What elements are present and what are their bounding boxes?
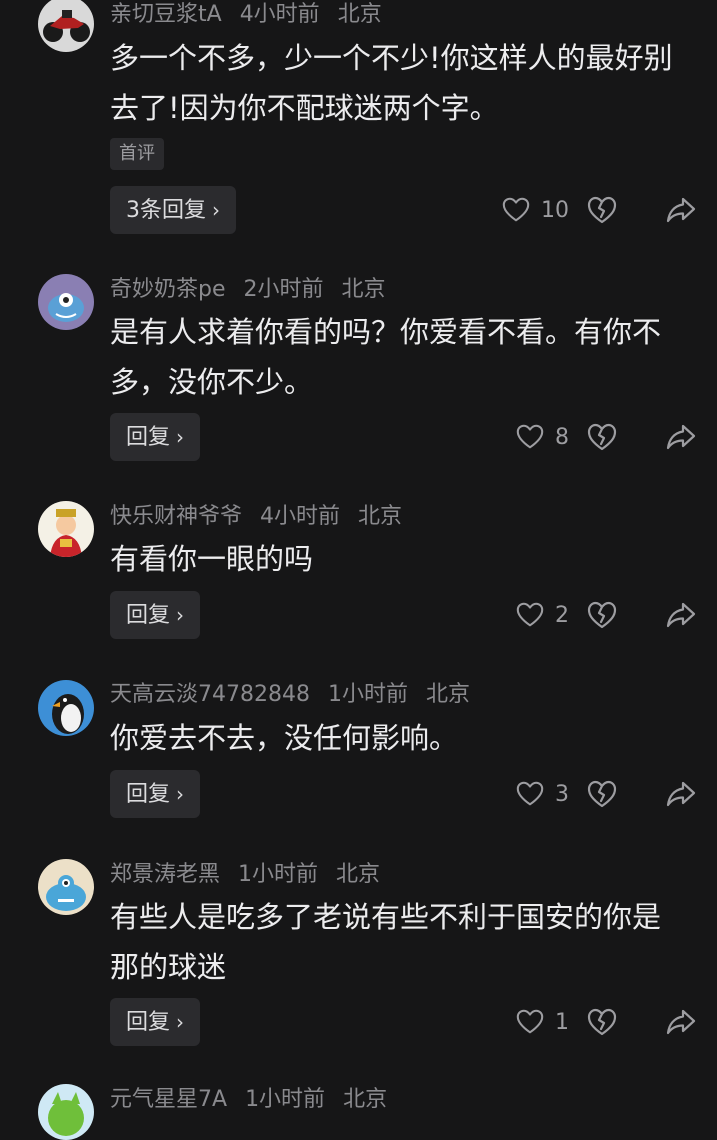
share-button[interactable] bbox=[665, 599, 697, 631]
broken-heart-icon bbox=[587, 196, 617, 224]
avatar[interactable] bbox=[38, 274, 94, 330]
reply-label: 回复 bbox=[126, 1010, 171, 1035]
share-arrow-icon bbox=[666, 602, 696, 628]
blue-monster-avatar-icon bbox=[38, 859, 94, 915]
like-button[interactable]: 10 bbox=[501, 192, 569, 228]
share-button[interactable] bbox=[665, 194, 697, 226]
heart-icon bbox=[516, 602, 544, 627]
comment-actions: 3 bbox=[447, 770, 717, 818]
reply-button[interactable]: 回复 › bbox=[110, 591, 201, 639]
first-comment-badge: 首评 bbox=[110, 138, 164, 170]
comment-text: 是有人求着你看的吗？你爱看不看。有你不多，没你不少。 bbox=[110, 315, 662, 399]
comment-meta: 快乐财神爷爷 4小时前 北京 bbox=[110, 503, 420, 531]
share-arrow-icon bbox=[666, 424, 696, 450]
avatar[interactable] bbox=[38, 1084, 94, 1140]
location: 北京 bbox=[425, 682, 470, 707]
username[interactable]: 天高云淡74782848 bbox=[110, 682, 310, 707]
share-button[interactable] bbox=[665, 421, 697, 453]
broken-heart-icon bbox=[587, 780, 617, 808]
location: 北京 bbox=[336, 862, 381, 887]
location: 北京 bbox=[343, 1087, 388, 1112]
username[interactable]: 奇妙奶茶pe bbox=[110, 277, 226, 302]
comment-actions: 1 bbox=[447, 998, 717, 1046]
share-arrow-icon bbox=[666, 781, 696, 807]
comment-actions: 8 bbox=[447, 413, 717, 461]
username[interactable]: 亲切豆浆tA bbox=[110, 2, 222, 27]
timestamp: 1小时前 bbox=[327, 682, 408, 707]
like-button[interactable]: 2 bbox=[515, 597, 569, 633]
green-creature-avatar-icon bbox=[38, 1084, 94, 1140]
chevron-right-icon: › bbox=[176, 782, 185, 806]
location: 北京 bbox=[337, 2, 382, 27]
comment-text: 你爱去不去，没任何影响。 bbox=[110, 721, 459, 755]
username[interactable]: 郑景涛老黑 bbox=[110, 862, 220, 887]
like-count: 2 bbox=[555, 602, 569, 628]
like-button[interactable]: 3 bbox=[515, 776, 569, 812]
avatar[interactable] bbox=[38, 680, 94, 736]
heart-icon bbox=[502, 197, 530, 222]
like-count: 1 bbox=[555, 1009, 569, 1035]
share-button[interactable] bbox=[665, 778, 697, 810]
reply-button[interactable]: 回复 › bbox=[110, 413, 201, 461]
comment-meta: 郑景涛老黑 1小时前 北京 bbox=[110, 861, 398, 889]
penguin-avatar-icon bbox=[38, 680, 94, 736]
chevron-right-icon: › bbox=[212, 198, 220, 222]
reply-label: 回复 bbox=[126, 782, 171, 807]
avatar[interactable] bbox=[38, 501, 94, 557]
timestamp: 4小时前 bbox=[260, 504, 341, 529]
like-count: 8 bbox=[555, 424, 569, 450]
like-count: 3 bbox=[555, 781, 569, 807]
timestamp: 1小时前 bbox=[238, 862, 319, 887]
comment-meta: 亲切豆浆tA 4小时前 北京 bbox=[110, 1, 400, 29]
comment-text: 多一个不多，少一个不少!你这样人的最好别去了!因为你不配球迷两个字。 bbox=[110, 41, 673, 125]
like-count: 10 bbox=[541, 197, 569, 223]
share-button[interactable] bbox=[665, 1006, 697, 1038]
timestamp: 2小时前 bbox=[243, 277, 324, 302]
reply-label: 回复 bbox=[126, 425, 171, 450]
avatar[interactable] bbox=[38, 859, 94, 915]
location: 北京 bbox=[358, 504, 403, 529]
reply-label: 回复 bbox=[126, 603, 171, 628]
comment-text: 有看你一眼的吗 bbox=[110, 542, 314, 576]
broken-heart-icon bbox=[587, 423, 617, 451]
reply-button[interactable]: 回复 › bbox=[110, 770, 201, 818]
comment-meta: 奇妙奶茶pe 2小时前 北京 bbox=[110, 276, 404, 304]
chevron-right-icon: › bbox=[176, 603, 185, 627]
dislike-button[interactable] bbox=[586, 194, 618, 226]
motorcycle-avatar-icon bbox=[38, 0, 94, 52]
like-button[interactable]: 1 bbox=[515, 1004, 569, 1040]
share-arrow-icon bbox=[666, 1009, 696, 1035]
reply-button[interactable]: 回复 › bbox=[110, 998, 201, 1046]
reply-label: 3条回复 bbox=[126, 198, 206, 223]
like-button[interactable]: 8 bbox=[515, 419, 569, 455]
comment-actions: 10 bbox=[447, 186, 717, 234]
comment-meta: 天高云淡74782848 1小时前 北京 bbox=[110, 681, 488, 709]
dislike-button[interactable] bbox=[586, 1006, 618, 1038]
username[interactable]: 快乐财神爷爷 bbox=[110, 504, 242, 529]
broken-heart-icon bbox=[587, 1008, 617, 1036]
heart-icon bbox=[516, 781, 544, 806]
cartoon-monster-avatar-icon bbox=[38, 274, 94, 330]
timestamp: 1小时前 bbox=[245, 1087, 326, 1112]
location: 北京 bbox=[341, 277, 386, 302]
comment-actions: 2 bbox=[447, 591, 717, 639]
dislike-button[interactable] bbox=[586, 421, 618, 453]
username[interactable]: 元气星星7A bbox=[110, 1087, 227, 1112]
comment-text: 有些人是吃多了老说有些不利于国安的你是那的球迷 bbox=[110, 900, 662, 984]
god-of-wealth-avatar-icon bbox=[38, 501, 94, 557]
dislike-button[interactable] bbox=[586, 599, 618, 631]
heart-icon bbox=[516, 1009, 544, 1034]
dislike-button[interactable] bbox=[586, 778, 618, 810]
chevron-right-icon: › bbox=[176, 1010, 185, 1034]
share-arrow-icon bbox=[666, 197, 696, 223]
view-replies-button[interactable]: 3条回复 › bbox=[110, 186, 236, 234]
avatar[interactable] bbox=[38, 0, 94, 52]
chevron-right-icon: › bbox=[176, 425, 185, 449]
broken-heart-icon bbox=[587, 601, 617, 629]
heart-icon bbox=[516, 424, 544, 449]
timestamp: 4小时前 bbox=[239, 2, 320, 27]
